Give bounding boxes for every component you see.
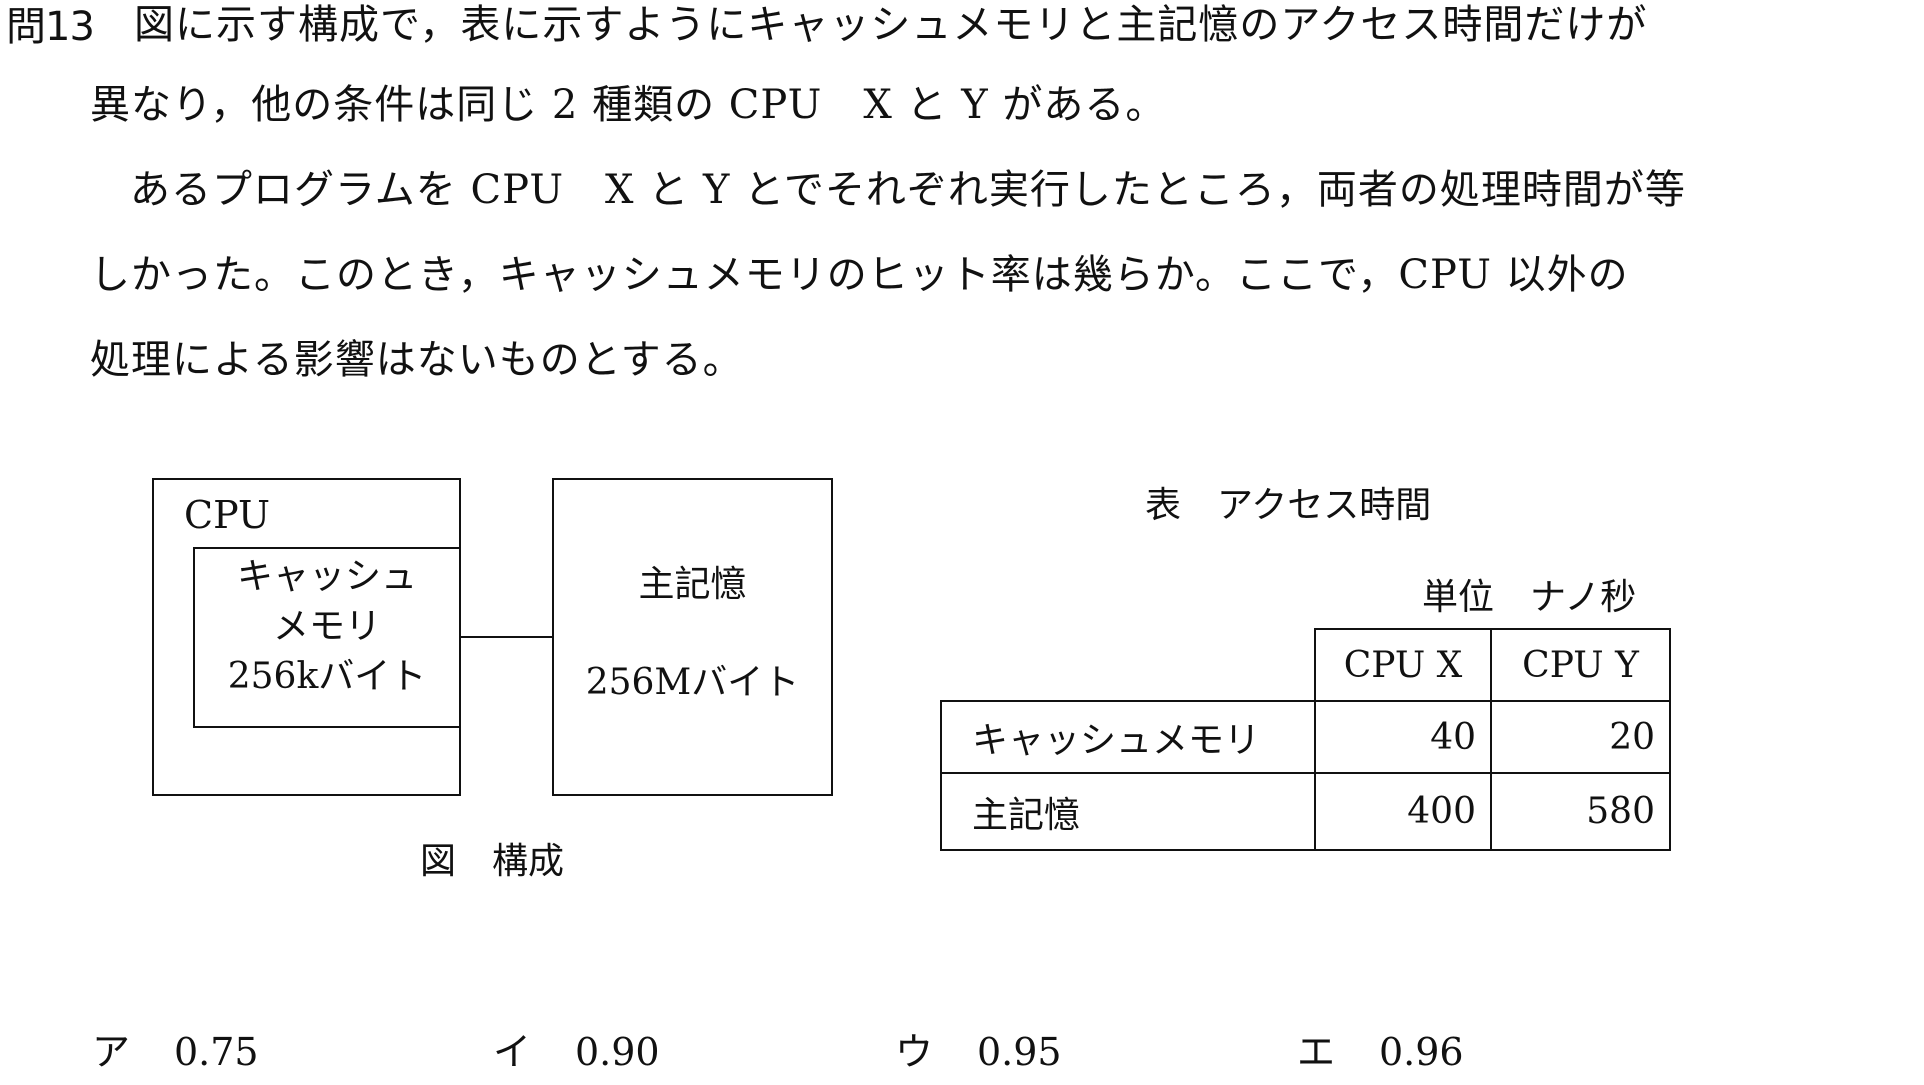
row-label-cache: キャッシュメモリ: [940, 700, 1316, 774]
choice-i[interactable]: イ 0.90: [493, 1027, 660, 1077]
choice-e[interactable]: エ 0.96: [1297, 1027, 1464, 1077]
choice-a[interactable]: ア 0.75: [92, 1027, 259, 1077]
cell-cache-cpu-y: 20: [1490, 700, 1671, 774]
table-header-row: CPU X CPU Y: [941, 628, 1671, 702]
main-memory-label: 主記憶: [638, 564, 747, 605]
choice-value: 0.90: [575, 1030, 660, 1074]
access-time-table: CPU X CPU Y キャッシュメモリ 40 20 主記憶 400 580: [940, 628, 1671, 851]
table-row: 主記憶 400 580: [940, 772, 1671, 851]
cpu-label: CPU: [184, 493, 271, 537]
table-row: キャッシュメモリ 40 20: [940, 700, 1671, 774]
main-memory-block: [552, 478, 833, 796]
choice-mark: ウ: [895, 1030, 934, 1074]
table-corner-cell: [941, 629, 1316, 702]
cell-cache-cpu-x: 40: [1314, 700, 1492, 774]
cell-memory-cpu-x: 400: [1314, 772, 1492, 851]
choice-mark: ア: [92, 1030, 131, 1074]
cache-memory-label: キャッシュ メモリ 256kバイト: [193, 552, 461, 702]
header-cpu-y: CPU Y: [1490, 628, 1671, 702]
table-caption: 表 アクセス時間: [1145, 485, 1432, 526]
question-text-line-3: あるプログラムを CPU X と Y とでそれぞれ実行したところ，両者の処理時間…: [130, 167, 1686, 213]
table-unit: 単位 ナノ秒: [1422, 577, 1637, 618]
header-cpu-x: CPU X: [1314, 628, 1492, 702]
choice-u[interactable]: ウ 0.95: [895, 1027, 1062, 1077]
question-text-line-4: しかった。このとき，キャッシュメモリのヒット率は幾らか。ここで，CPU 以外の: [90, 252, 1629, 298]
choice-mark: イ: [493, 1030, 532, 1074]
choice-value: 0.96: [1379, 1030, 1464, 1074]
question-text-line-2: 異なり，他の条件は同じ 2 種類の CPU X と Y がある。: [90, 82, 1167, 128]
question-number: 問13: [6, 4, 95, 50]
figure-caption: 図 構成: [420, 841, 565, 882]
choice-value: 0.95: [977, 1030, 1062, 1074]
main-memory-size: 256Mバイト: [585, 662, 800, 703]
cache-label-line-3: 256kバイト: [227, 656, 427, 697]
question-text-line-5: 処理による影響はないものとする。: [90, 337, 744, 383]
cache-label-line-2: メモリ: [272, 606, 381, 647]
choice-mark: エ: [1297, 1030, 1336, 1074]
question-text-line-1: 図に示す構成で，表に示すようにキャッシュメモリと主記憶のアクセス時間だけが: [134, 2, 1648, 48]
bus-connector-line: [461, 636, 554, 638]
row-label-main-memory: 主記憶: [940, 772, 1316, 851]
cache-label-line-1: キャッシュ: [236, 556, 417, 597]
cell-memory-cpu-y: 580: [1490, 772, 1671, 851]
choice-value: 0.75: [174, 1030, 259, 1074]
